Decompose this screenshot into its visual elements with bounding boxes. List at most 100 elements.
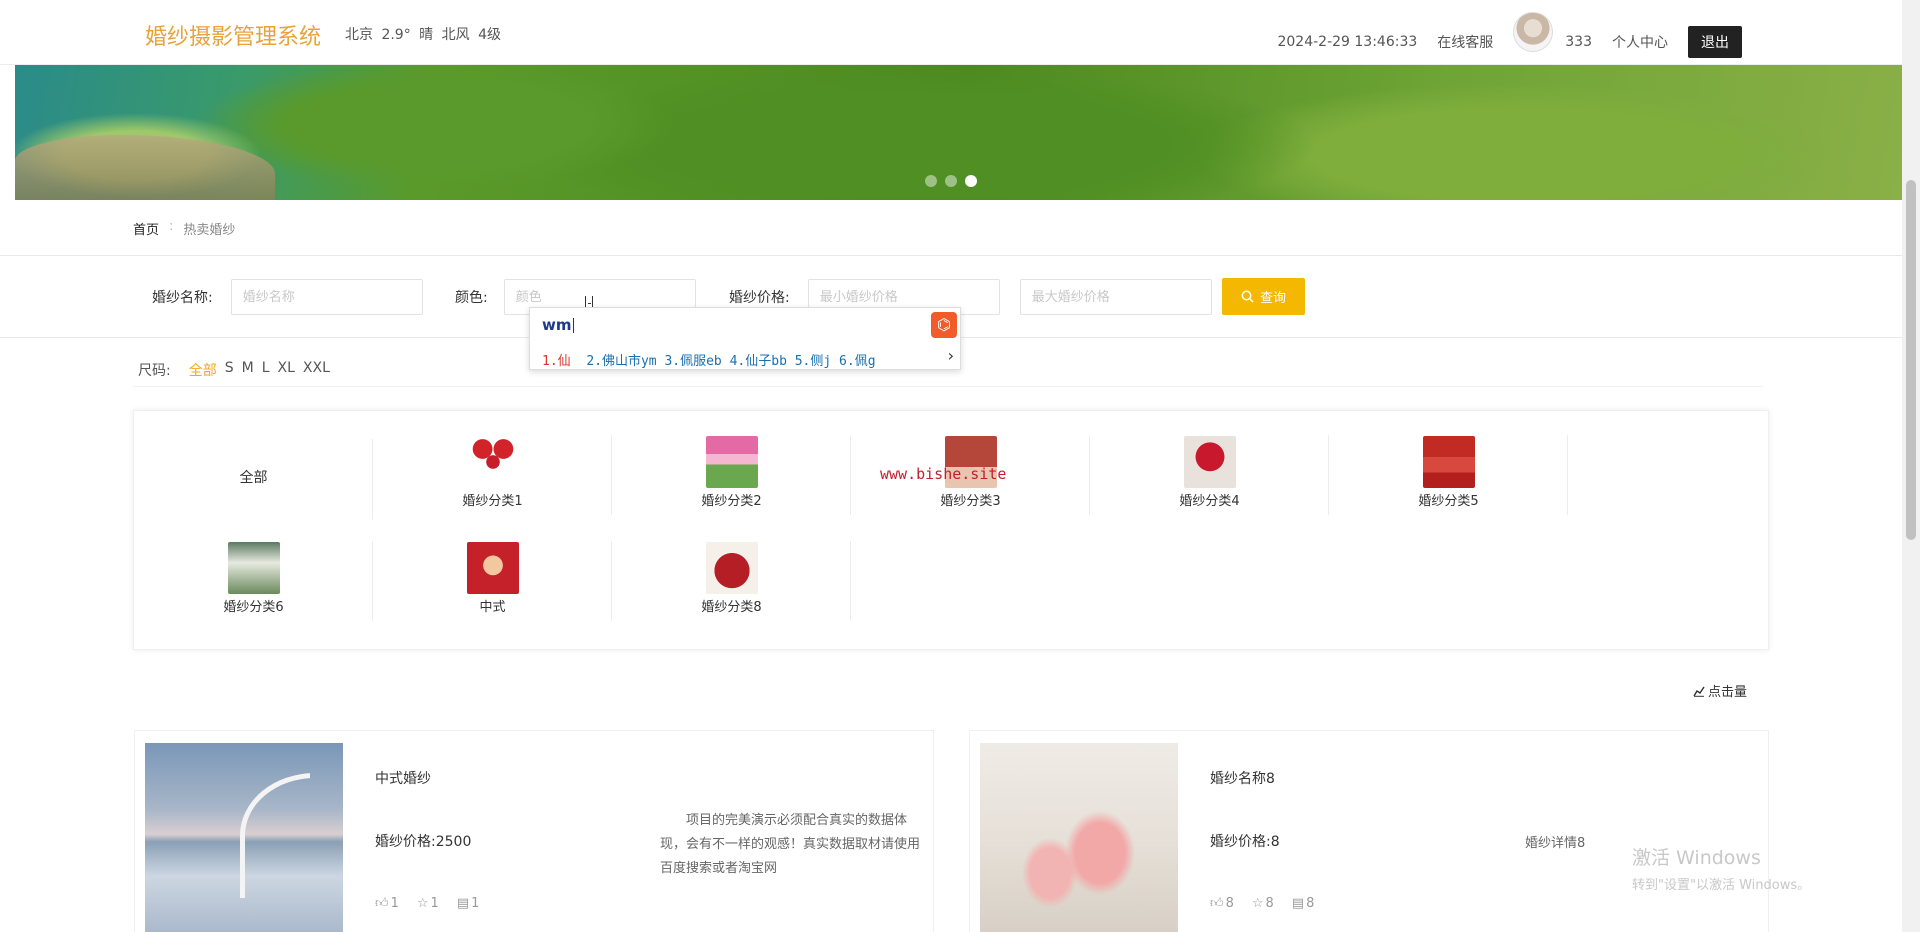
star-icon: ☆ bbox=[1251, 896, 1264, 911]
product-price: 婚纱价格:2500 bbox=[375, 834, 472, 850]
product-card[interactable]: 婚纱名称8 婚纱价格:8 婚纱详情8 👍︎ 8 ☆ 8 ▤ 8 bbox=[969, 730, 1769, 932]
customer-service-link[interactable]: 在线客服 bbox=[1437, 32, 1493, 52]
ime-candidate[interactable]: 4.仙子bb bbox=[730, 354, 787, 369]
size-option-l[interactable]: L bbox=[262, 360, 270, 380]
weather-info: 北京 2.9° 晴 北风 4级 bbox=[345, 27, 501, 43]
product-stats: 👍︎ 8 ☆ 8 ▤ 8 bbox=[1210, 896, 1314, 911]
ime-candidate[interactable]: 2.佛山市ym bbox=[586, 354, 656, 369]
category-item[interactable]: 婚纱分类4 bbox=[1090, 411, 1329, 515]
like-value: 1 bbox=[390, 896, 399, 911]
star-icon: ☆ bbox=[416, 896, 429, 911]
ime-logo-icon[interactable]: ⌬ bbox=[931, 312, 957, 338]
category-label: 婚纱分类4 bbox=[1179, 494, 1240, 509]
product-description: 项目的完美演示必须配合真实的数据体现，会有不一样的观感！真实数据取材请使用百度搜… bbox=[660, 813, 921, 876]
comment-value: 8 bbox=[1306, 896, 1315, 911]
category-label: 婚纱分类8 bbox=[701, 600, 762, 615]
category-item[interactable]: 婚纱分类8 bbox=[612, 517, 851, 621]
carousel-dots bbox=[925, 175, 977, 187]
thumb-up-icon: 👍︎ bbox=[375, 896, 389, 911]
product-image[interactable] bbox=[980, 743, 1178, 932]
comment-count[interactable]: ▤ 8 bbox=[1292, 896, 1315, 911]
ime-candidate[interactable]: 6.佩g bbox=[839, 354, 875, 369]
favorite-value: 8 bbox=[1265, 896, 1274, 911]
size-option-m[interactable]: M bbox=[242, 360, 254, 380]
favorite-count[interactable]: ☆ 8 bbox=[1252, 896, 1274, 911]
breadcrumb-current: 热卖婚纱 bbox=[183, 223, 236, 238]
breadcrumb-home[interactable]: 首页 bbox=[133, 219, 159, 238]
category-label: 婚纱分类1 bbox=[462, 494, 523, 509]
chart-icon bbox=[1693, 686, 1705, 697]
max-price-input[interactable] bbox=[1019, 279, 1212, 315]
size-option-s[interactable]: S bbox=[225, 360, 234, 380]
category-label: 中式 bbox=[479, 600, 506, 615]
category-all[interactable]: 全部 bbox=[134, 435, 373, 519]
watermark-text: www.bishe.site bbox=[880, 465, 1007, 483]
size-option-xl[interactable]: XL bbox=[278, 360, 295, 380]
name-label: 婚纱名称: bbox=[152, 290, 213, 306]
windows-activation-title: 激活 Windows bbox=[1632, 847, 1761, 869]
size-filter: 尺码: 全部 S M L XL XXL bbox=[138, 360, 330, 380]
category-label: 全部 bbox=[239, 470, 268, 486]
user-avatar[interactable] bbox=[1513, 12, 1554, 52]
query-button[interactable]: 查询 bbox=[1222, 278, 1305, 315]
ime-candidate[interactable]: 5.侧j bbox=[795, 354, 831, 369]
datetime: 2024-2-29 13:46:33 bbox=[1277, 34, 1418, 50]
color-label: 颜色: bbox=[455, 290, 488, 306]
category-thumbnail bbox=[1183, 436, 1236, 488]
category-item[interactable]: 婚纱分类5 bbox=[1329, 411, 1568, 515]
carousel-dot[interactable] bbox=[945, 175, 957, 187]
category-item[interactable]: 婚纱分类1 bbox=[373, 411, 612, 515]
size-option-all[interactable]: 全部 bbox=[189, 360, 217, 380]
like-count[interactable]: 👍︎ 1 bbox=[375, 896, 399, 911]
product-card[interactable]: 中式婚纱 婚纱价格:2500 项目的完美演示必须配合真实的数据体现，会有不一样的… bbox=[134, 730, 934, 932]
name-input[interactable] bbox=[230, 279, 423, 315]
product-description: 婚纱详情8 bbox=[1525, 836, 1586, 851]
product-name[interactable]: 婚纱名称8 bbox=[1210, 768, 1275, 788]
thumb-up-icon: 👍︎ bbox=[1210, 896, 1224, 911]
search-icon bbox=[1241, 290, 1254, 303]
favorite-count[interactable]: ☆ 1 bbox=[417, 896, 439, 911]
divider bbox=[0, 255, 1902, 256]
carousel-dot-active[interactable] bbox=[965, 175, 977, 187]
comment-icon: ▤ bbox=[1291, 896, 1305, 911]
ime-candidate[interactable]: 3.佩服eb bbox=[664, 354, 721, 369]
size-option-xxl[interactable]: XXL bbox=[303, 360, 330, 380]
windows-activation-hint: 转到"设置"以激活 Windows。 bbox=[1632, 878, 1811, 893]
logout-button[interactable]: 退出 bbox=[1688, 26, 1742, 58]
category-thumbnail bbox=[705, 436, 758, 488]
site-logo[interactable]: 婚纱摄影管理系统 bbox=[145, 19, 321, 51]
divider bbox=[1567, 435, 1568, 515]
scrollbar-thumb[interactable] bbox=[1906, 180, 1916, 540]
size-label: 尺码: bbox=[138, 363, 171, 379]
product-name[interactable]: 中式婚纱 bbox=[375, 768, 431, 788]
category-label: 婚纱分类3 bbox=[940, 494, 1001, 509]
category-item[interactable]: 婚纱分类6 bbox=[134, 517, 373, 621]
category-thumbnail bbox=[466, 542, 519, 594]
product-image[interactable] bbox=[145, 743, 343, 932]
category-label: 婚纱分类5 bbox=[1418, 494, 1479, 509]
comment-count[interactable]: ▤ 1 bbox=[457, 896, 480, 911]
sort-label: 点击量 bbox=[1708, 685, 1748, 700]
category-item[interactable]: 中式 bbox=[373, 517, 612, 621]
category-thumbnail bbox=[227, 542, 280, 594]
sort-by-clicks[interactable]: 点击量 bbox=[1693, 681, 1747, 700]
category-item[interactable]: 婚纱分类2 bbox=[612, 411, 851, 515]
like-count[interactable]: 👍︎ 8 bbox=[1210, 896, 1234, 911]
profile-link[interactable]: 个人中心 bbox=[1612, 32, 1668, 52]
carousel-dot[interactable] bbox=[925, 175, 937, 187]
divider bbox=[850, 541, 851, 621]
ime-candidate-popup: wm ⌬ 1.仙 2.佛山市ym 3.佩服eb 4.仙子bb 5.侧j 6.佩g… bbox=[529, 307, 961, 370]
ime-composition: wm bbox=[542, 316, 572, 334]
banner-carousel[interactable] bbox=[15, 65, 1902, 200]
ime-candidate[interactable]: 1.仙 bbox=[542, 354, 571, 369]
product-stats: 👍︎ 1 ☆ 1 ▤ 1 bbox=[375, 896, 479, 911]
ime-candidates: 1.仙 2.佛山市ym 3.佩服eb 4.仙子bb 5.侧j 6.佩g bbox=[542, 350, 932, 369]
product-price: 婚纱价格:8 bbox=[1210, 834, 1280, 850]
query-button-label: 查询 bbox=[1259, 290, 1286, 305]
divider bbox=[133, 386, 1763, 387]
category-thumbnail bbox=[705, 542, 758, 594]
ime-next-page-icon[interactable]: › bbox=[948, 346, 954, 365]
username: 333 bbox=[1565, 34, 1592, 50]
category-label: 婚纱分类2 bbox=[701, 494, 762, 509]
page-scrollbar[interactable] bbox=[1902, 0, 1920, 932]
